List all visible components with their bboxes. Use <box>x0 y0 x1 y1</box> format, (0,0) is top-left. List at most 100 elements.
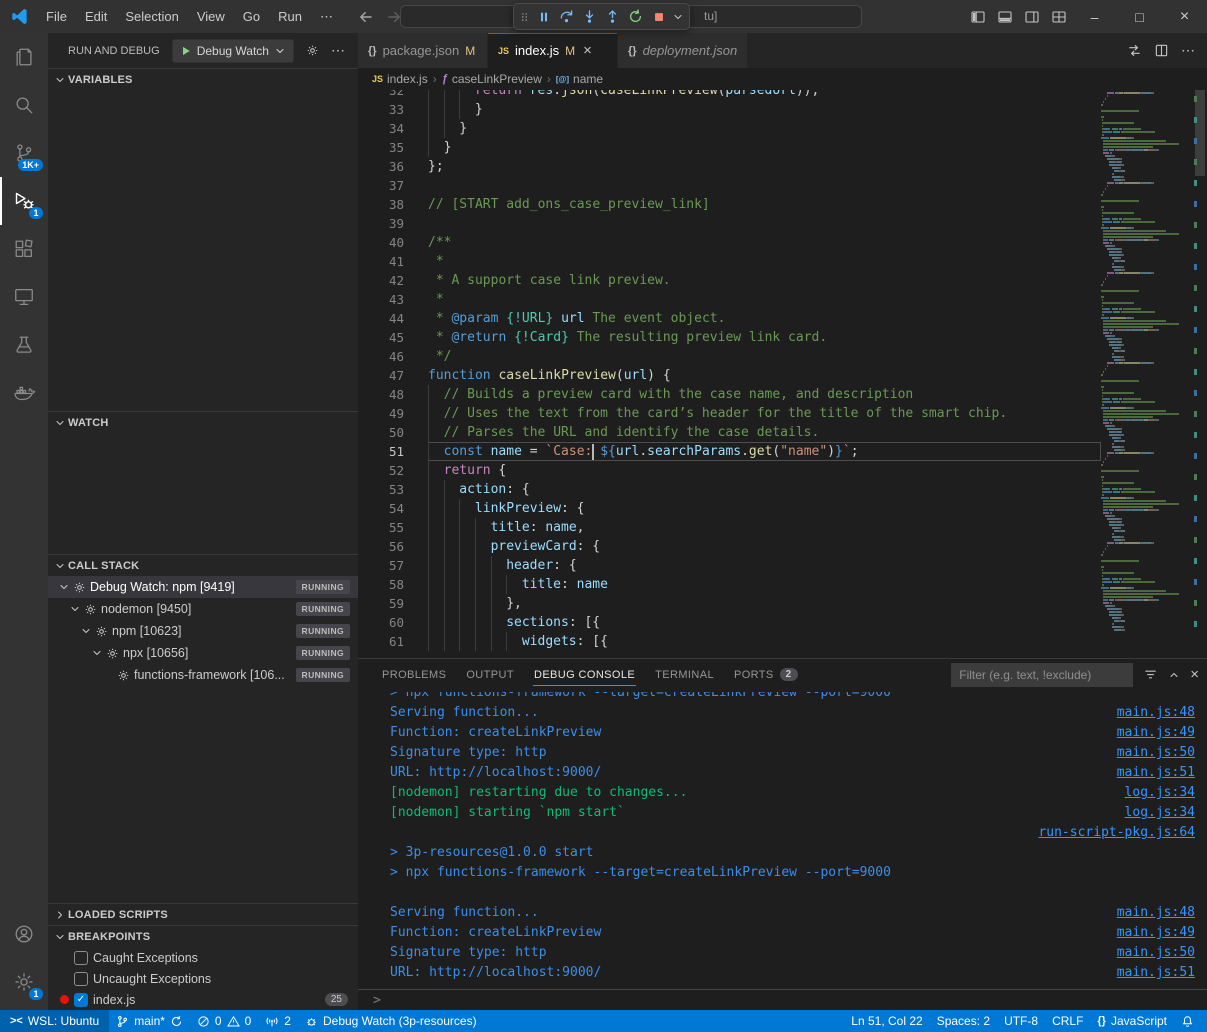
line-number[interactable]: 33 <box>358 100 404 119</box>
console-source-link[interactable]: log.js:34 <box>1125 803 1195 823</box>
line-number[interactable]: 39 <box>358 214 404 233</box>
statusbar-problems[interactable]: 00 <box>190 1010 258 1032</box>
line-number[interactable]: 42 <box>358 271 404 290</box>
line-number[interactable]: 32 <box>358 90 404 100</box>
pause-button[interactable] <box>532 5 555 28</box>
breakpoint-caught-exceptions[interactable]: Caught Exceptions <box>48 947 358 968</box>
activitybar-run-debug[interactable]: 1 <box>0 177 48 225</box>
line-number[interactable]: 54 <box>358 499 404 518</box>
line-number[interactable]: 50 <box>358 423 404 442</box>
line-number[interactable]: 47 <box>358 366 404 385</box>
code-line[interactable]: 35 } <box>358 138 1101 157</box>
code-line[interactable]: 44 * @param {!URL} url The event object. <box>358 309 1101 328</box>
code-line[interactable]: 47 function caseLinkPreview(url) { <box>358 366 1101 385</box>
code-line[interactable]: 54 linkPreview: { <box>358 499 1101 518</box>
code-line[interactable]: 52 return { <box>358 461 1101 480</box>
debug-console-input[interactable]: > <box>358 989 1207 1010</box>
line-number[interactable]: 46 <box>358 347 404 366</box>
line-number[interactable]: 52 <box>358 461 404 480</box>
split-editor-icon[interactable] <box>1154 43 1169 58</box>
line-number[interactable]: 49 <box>358 404 404 423</box>
line-number[interactable]: 51 <box>358 442 404 461</box>
statusbar-language-mode[interactable]: {}JavaScript <box>1090 1010 1174 1032</box>
console-source-link[interactable]: main.js:51 <box>1117 763 1195 783</box>
console-source-link[interactable]: main.js:49 <box>1117 923 1195 943</box>
step-out-button[interactable] <box>601 5 624 28</box>
activitybar-settings[interactable]: 1 <box>0 958 48 1006</box>
close-icon[interactable]: × <box>583 42 592 59</box>
toggle-primary-sidebar-icon[interactable] <box>964 0 991 33</box>
activitybar-account[interactable] <box>0 910 48 958</box>
more-actions-icon[interactable]: ⋯ <box>331 42 345 59</box>
console-source-link[interactable]: main.js:51 <box>1117 963 1195 983</box>
activitybar-search[interactable] <box>0 81 48 129</box>
activitybar-testing[interactable] <box>0 321 48 369</box>
code-line[interactable]: 46 */ <box>358 347 1101 366</box>
line-number[interactable]: 35 <box>358 138 404 157</box>
code-line[interactable]: 50 // Parses the URL and identify the ca… <box>358 423 1101 442</box>
line-number[interactable]: 57 <box>358 556 404 575</box>
breakpoint-index-js[interactable]: ✓ index.js 25 <box>48 989 358 1010</box>
line-number[interactable]: 55 <box>358 518 404 537</box>
code-line[interactable]: 38 // [START add_ons_case_preview_link] <box>358 195 1101 214</box>
code-line[interactable]: 41 * <box>358 252 1101 271</box>
debug-start-icon[interactable] <box>180 45 192 57</box>
code-line[interactable]: 33 } <box>358 100 1101 119</box>
menu-edit[interactable]: Edit <box>76 0 116 33</box>
checkbox[interactable] <box>74 972 88 986</box>
breadcrumb-item-name[interactable]: [@]name <box>556 72 603 86</box>
minimap[interactable] <box>1101 90 1193 658</box>
code-viewport[interactable]: 32 return res.json(caseLinkPreview(parse… <box>358 90 1101 658</box>
activitybar-explorer[interactable] <box>0 33 48 81</box>
back-icon[interactable] <box>358 9 374 25</box>
code-line[interactable]: 45 * @return {!Card} The resulting previ… <box>358 328 1101 347</box>
line-number[interactable]: 37 <box>358 176 404 195</box>
code-line[interactable]: 36 }; <box>358 157 1101 176</box>
panel-tab-problems[interactable]: PROBLEMS <box>372 659 456 690</box>
code-line[interactable]: 32 return res.json(caseLinkPreview(parse… <box>358 90 1101 100</box>
line-number[interactable]: 41 <box>358 252 404 271</box>
clear-console-icon[interactable] <box>1143 667 1158 682</box>
toggle-panel-icon[interactable] <box>991 0 1018 33</box>
step-into-button[interactable] <box>578 5 601 28</box>
line-number[interactable]: 59 <box>358 594 404 613</box>
line-number[interactable]: 45 <box>358 328 404 347</box>
statusbar-remote-indicator[interactable]: ><WSL: Ubuntu <box>0 1010 109 1032</box>
callstack-session-npm-10623[interactable]: npm [10623] RUNNING <box>48 620 358 642</box>
section-variables[interactable]: VARIABLES <box>48 68 358 90</box>
code-line[interactable]: 34 } <box>358 119 1101 138</box>
line-number[interactable]: 40 <box>358 233 404 252</box>
line-number[interactable]: 53 <box>358 480 404 499</box>
console-source-link[interactable]: run-script-pkg.js:64 <box>1038 823 1195 843</box>
stop-button[interactable] <box>647 5 670 28</box>
statusbar-encoding[interactable]: UTF-8 <box>997 1010 1045 1032</box>
line-number[interactable]: 61 <box>358 632 404 651</box>
more-actions-icon[interactable]: ⋯ <box>1181 42 1195 59</box>
menu-selection[interactable]: Selection <box>116 0 187 33</box>
code-line[interactable]: 37 <box>358 176 1101 195</box>
code-line[interactable]: 58 title: name <box>358 575 1101 594</box>
drag-grip[interactable] <box>517 5 532 28</box>
checkbox[interactable] <box>74 951 88 965</box>
panel-tab-output[interactable]: OUTPUT <box>456 659 524 690</box>
code-line[interactable]: 39 <box>358 214 1101 233</box>
statusbar-forwarded-ports[interactable]: 2 <box>258 1010 298 1032</box>
callstack-session-functions-framework-106[interactable]: functions-framework [106... RUNNING <box>48 664 358 686</box>
line-number[interactable]: 48 <box>358 385 404 404</box>
menu-go[interactable]: Go <box>234 0 269 33</box>
minimize-button[interactable]: – <box>1072 0 1117 33</box>
line-number[interactable]: 58 <box>358 575 404 594</box>
code-line[interactable]: 49 // Uses the text from the card’s head… <box>358 404 1101 423</box>
console-source-link[interactable]: main.js:48 <box>1117 703 1195 723</box>
line-number[interactable]: 36 <box>358 157 404 176</box>
activitybar-extensions[interactable] <box>0 225 48 273</box>
code-line[interactable]: 56 previewCard: { <box>358 537 1101 556</box>
checkbox[interactable]: ✓ <box>74 993 88 1007</box>
statusbar-indentation[interactable]: Spaces: 2 <box>930 1010 997 1032</box>
session-picker-button[interactable] <box>670 5 686 28</box>
line-number[interactable]: 34 <box>358 119 404 138</box>
breakpoint-uncaught-exceptions[interactable]: Uncaught Exceptions <box>48 968 358 989</box>
code-line[interactable]: 55 title: name, <box>358 518 1101 537</box>
maximize-panel-icon[interactable] <box>1168 669 1180 681</box>
code-line[interactable]: 51 const name = `Case: ${url.searchParam… <box>358 442 1101 461</box>
